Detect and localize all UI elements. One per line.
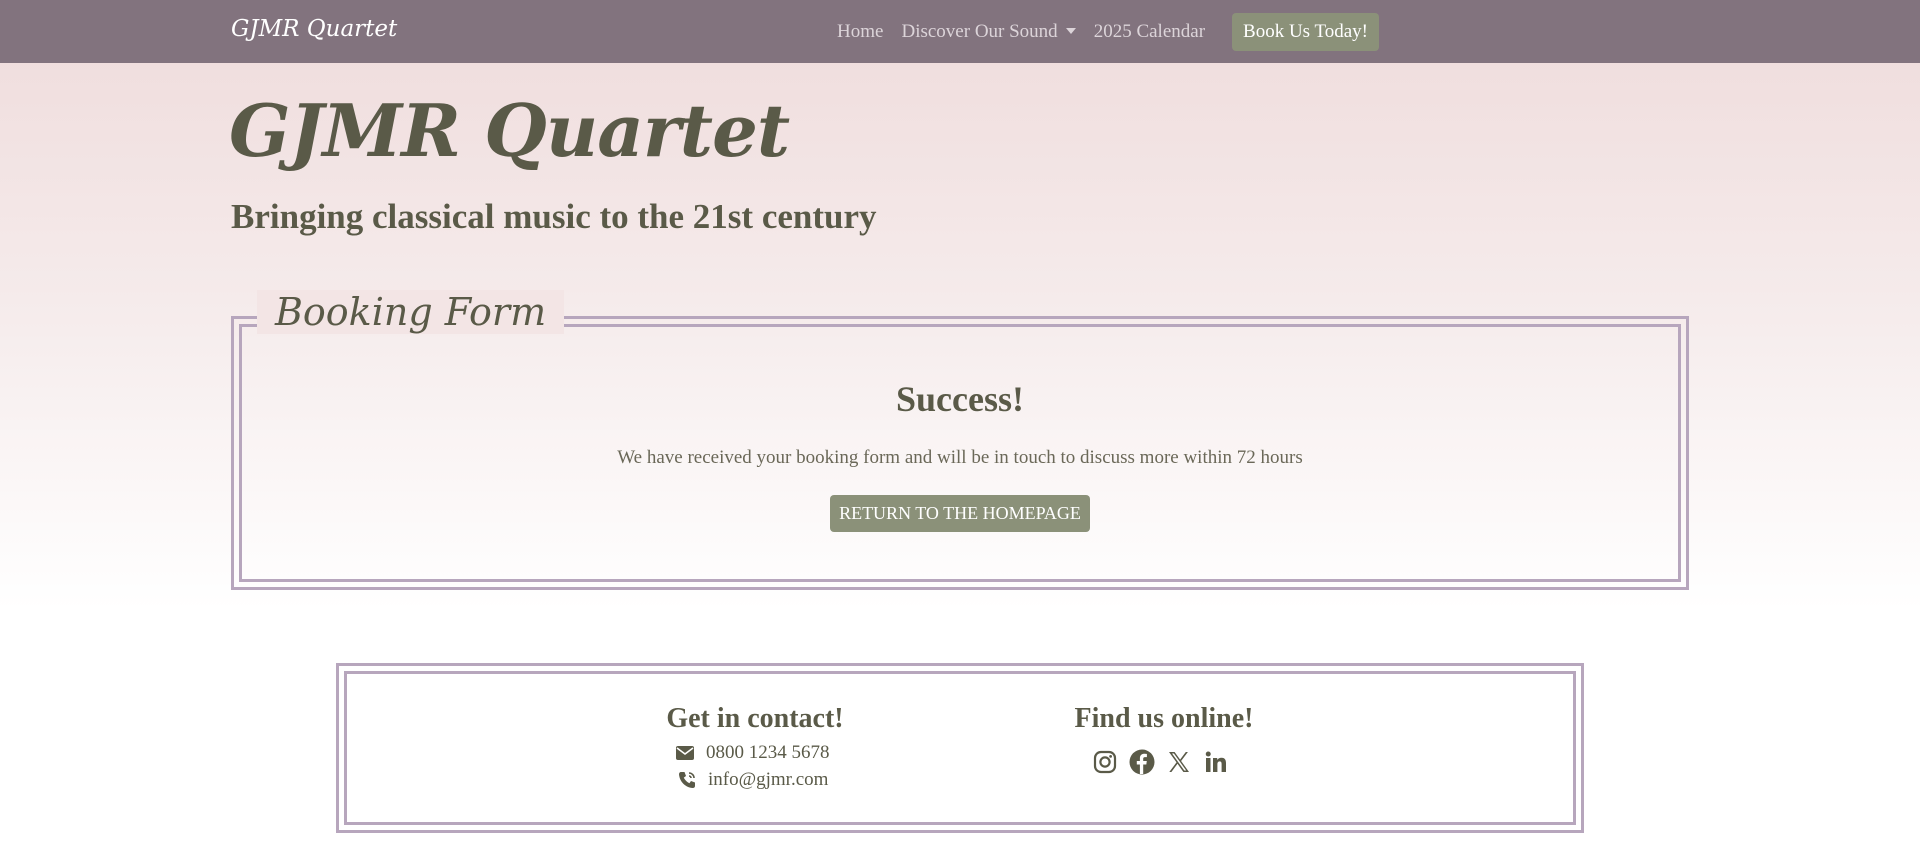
linkedin-icon[interactable]: [1202, 748, 1230, 776]
email-row: info@gjmr.com: [678, 769, 828, 791]
phone-row: 0800 1234 5678: [676, 742, 830, 764]
navbar: GJMR Quartet Home Discover Our Sound 202…: [0, 0, 1920, 63]
brand-logo-link[interactable]: GJMR Quartet: [231, 16, 397, 42]
email-address[interactable]: info@gjmr.com: [708, 769, 828, 791]
facebook-icon[interactable]: [1128, 748, 1156, 776]
chevron-down-icon: [1065, 27, 1076, 34]
nav-calendar[interactable]: 2025 Calendar: [1094, 21, 1205, 43]
book-us-button[interactable]: Book Us Today!: [1232, 13, 1379, 51]
online-heading: Find us online!: [1074, 703, 1254, 734]
phone-icon: [679, 772, 695, 788]
contact-heading: Get in contact!: [666, 703, 844, 734]
envelope-icon: [676, 746, 694, 760]
success-message: We have received your booking form and w…: [617, 447, 1303, 468]
phone-number[interactable]: 0800 1234 5678: [706, 742, 830, 764]
nav-discover-label: Discover Our Sound: [901, 21, 1058, 42]
instagram-icon[interactable]: [1091, 748, 1119, 776]
footer: [336, 663, 1584, 833]
nav-home[interactable]: Home: [837, 21, 883, 43]
return-homepage-button[interactable]: RETURN TO THE HOMEPAGE: [830, 495, 1090, 532]
page-subtitle: Bringing classical music to the 21st cen…: [231, 197, 877, 236]
footer-inner-border: [344, 671, 1576, 825]
success-heading: Success!: [896, 379, 1024, 419]
nav-links: Home Discover Our Sound 2025 Calendar Bo…: [819, 13, 1379, 51]
x-twitter-icon[interactable]: [1165, 748, 1193, 776]
booking-form-legend: Booking Form: [257, 290, 565, 334]
page-title: GJMR Quartet: [229, 88, 790, 173]
nav-discover-dropdown[interactable]: Discover Our Sound: [901, 21, 1076, 43]
social-links: [1091, 748, 1239, 776]
